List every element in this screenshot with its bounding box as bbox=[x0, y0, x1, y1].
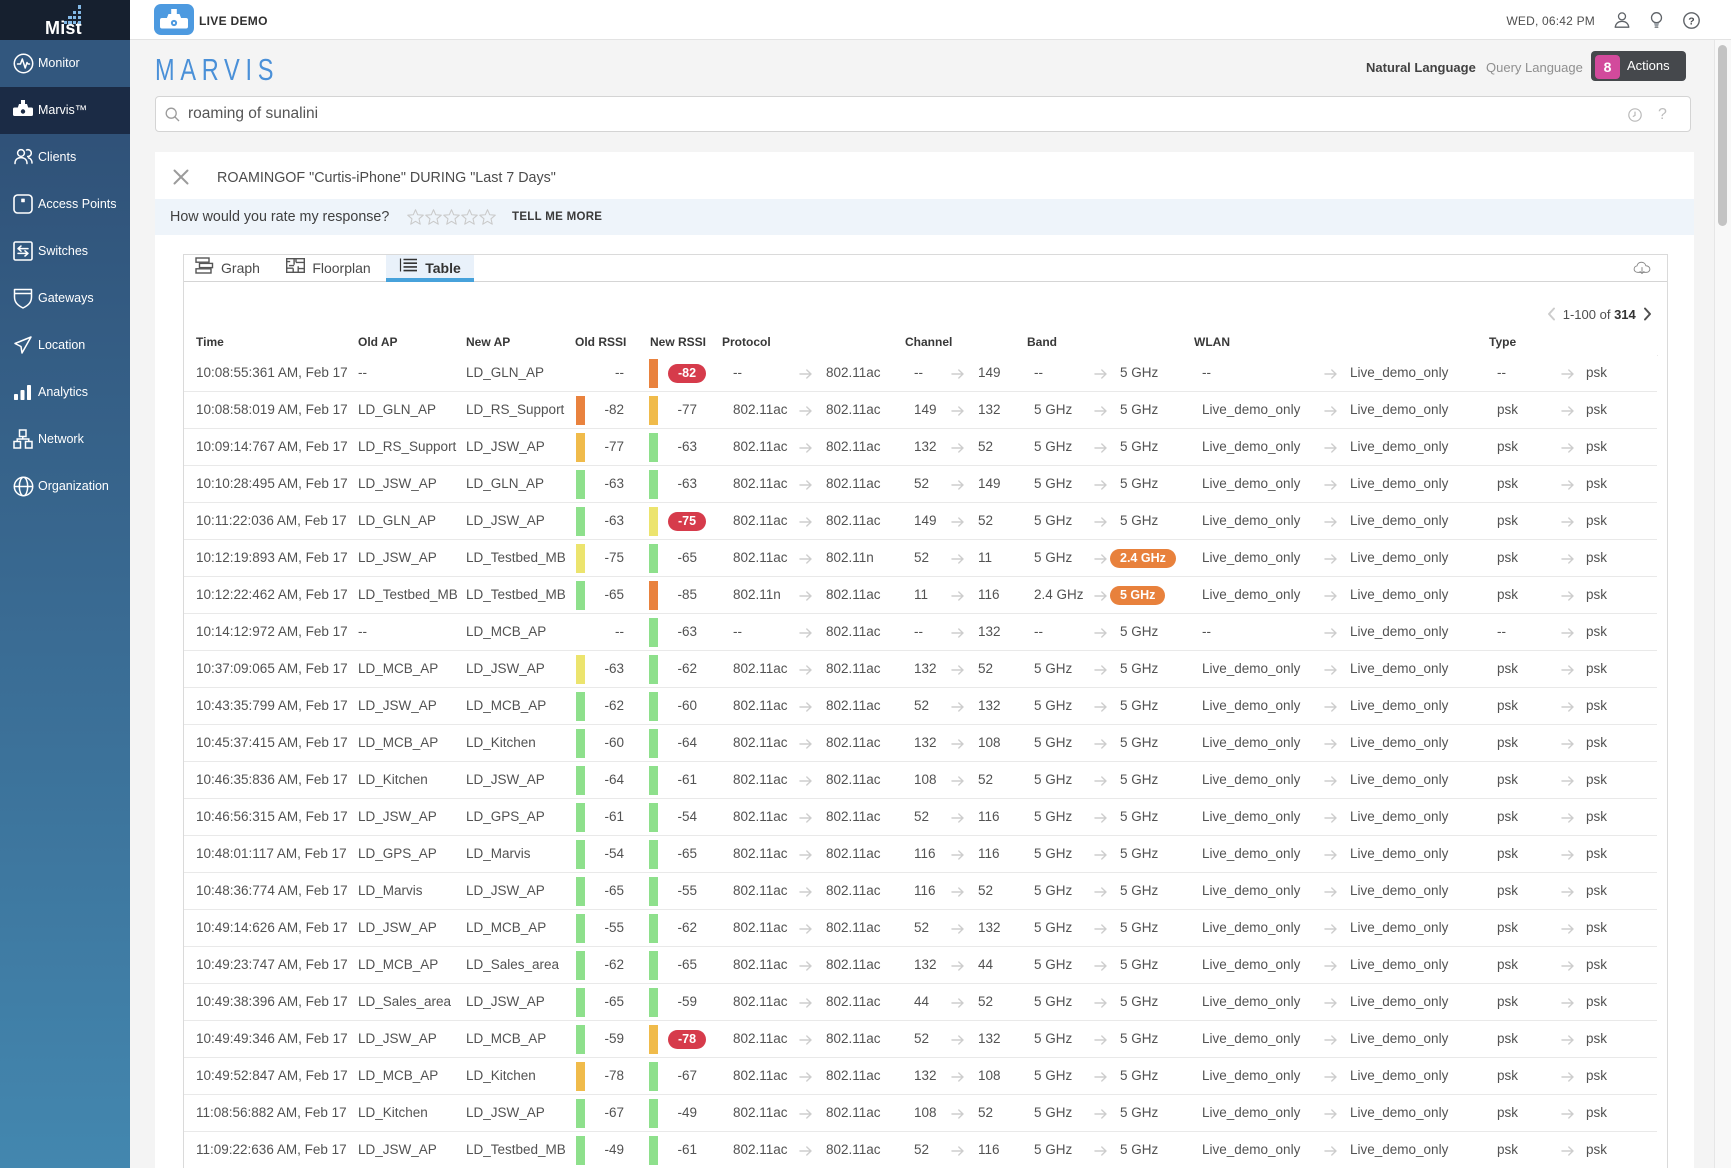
svg-text:?: ? bbox=[1688, 15, 1694, 27]
